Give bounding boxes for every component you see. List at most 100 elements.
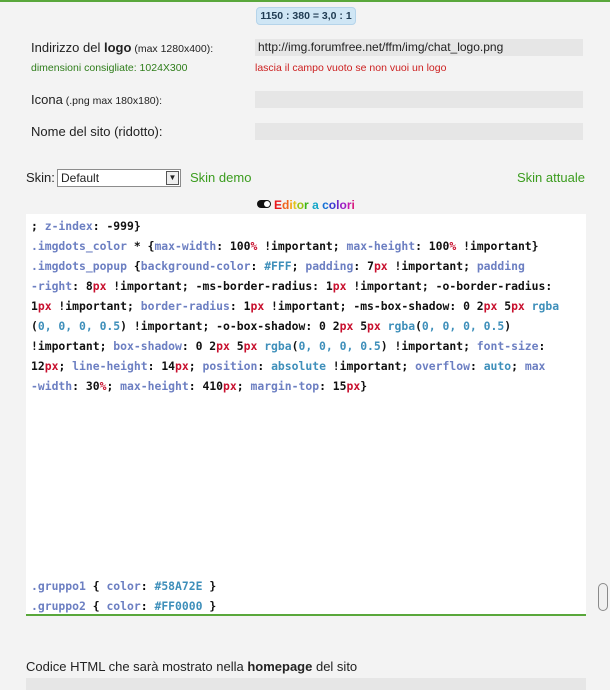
code-token: 15 [332,379,347,393]
color-editor-letter: E [274,198,283,212]
code-token: px [44,359,59,373]
code-token: overflow [415,359,470,373]
code-token: ) !important; [380,339,477,353]
code-token: margin-top [250,379,320,393]
code-token: -width [31,379,73,393]
logo-empty-warning: lascia il campo vuoto se non vuoi un log… [255,62,447,74]
css-code-group-rules[interactable]: .gruppo1 { color: #58A72E } .gruppo2 { co… [31,576,573,614]
code-token: -right [31,279,73,293]
logo-label: Indirizzo del logo (max 1280x400): [31,40,213,55]
code-token: font-size [476,339,539,353]
skin-current-link[interactable]: Skin attuale [517,170,585,185]
top-accent-line [0,0,610,2]
code-token: max [524,359,546,373]
logo-label-size: (max 1280x400): [131,43,214,55]
code-token: * { [127,239,155,253]
logo-size-hint: dimensioni consigliate: 1024X300 [31,62,188,74]
code-token: : [216,239,230,253]
code-token: : [72,279,86,293]
code-line: ; z-index: -999} [31,216,573,236]
code-token: rgba [264,339,292,353]
code-token: ; [31,219,45,233]
code-token: px [373,259,388,273]
icon-label-size: (.png max 180x180): [62,95,163,107]
code-token: 0 2 [319,319,340,333]
icon-url-input[interactable] [255,91,583,108]
code-line: .gruppo1 { color: #58A72E } [31,576,573,596]
code-token: 100 [428,239,450,253]
code-token: : [181,339,196,353]
code-line: 12px; line-height: 14px; position: absol… [31,356,573,376]
code-token: : [147,359,162,373]
code-token: -999 [106,219,134,233]
code-line: -right: 8px !important; -ms-border-radiu… [31,276,573,296]
code-token: 410 [202,379,224,393]
code-token: !important; [257,239,347,253]
css-code-editor[interactable]: ; z-index: -999} .imgdots_color * {max-wi… [26,214,586,616]
code-token: px [37,299,52,313]
code-token: !important} [456,239,539,253]
code-token: { [127,259,141,273]
code-token: .gruppo1 [31,579,86,593]
code-token: max-height [120,379,189,393]
code-token: : [257,359,272,373]
homepage-html-textarea[interactable] [26,678,586,690]
code-token: color [106,599,141,613]
code-token: 0 2 [195,339,217,353]
toggle-icon[interactable] [257,200,271,208]
code-token: !important; [51,299,141,313]
code-token: : [140,599,155,613]
code-token: px [332,279,347,293]
css-code-content[interactable]: ; z-index: -999} .imgdots_color * {max-wi… [31,216,573,396]
code-token: ) !important; -o-box-shadow: [120,319,320,333]
code-token: 0, 0, 0, 0.5 [298,339,381,353]
code-token: !important; [325,359,416,373]
skin-select[interactable]: Default ▼ [57,169,181,187]
code-token: background-color [140,259,251,273]
code-token: !important; -ms-box-shadow: [264,299,464,313]
code-token: ; [511,359,525,373]
code-token: 8 [85,279,93,293]
code-line: (0, 0, 0, 0.5) !important; -o-box-shadow… [31,316,573,336]
code-token: : [72,379,86,393]
code-token: 5 [236,339,244,353]
code-token: } [202,579,217,593]
code-token: max-height [346,239,416,253]
color-editor-toggle[interactable]: Editor a colori [257,198,355,212]
code-line: !important; box-shadow: 0 2px 5px rgba(0… [31,336,573,356]
site-name-input[interactable] [255,123,583,140]
code-token: !important; -o-border-radius: [346,279,553,293]
code-token: color [106,579,141,593]
code-token: ; [236,379,251,393]
code-token: .gruppo2 [31,599,86,613]
code-token: 0, 0, 0, 0.5 [421,319,505,333]
code-token: px [339,319,354,333]
code-token: px [175,359,189,373]
code-token: { [85,599,107,613]
code-token: 100 [229,239,251,253]
code-token: ; [188,359,203,373]
code-token: ; [58,359,73,373]
code-token: } [360,379,368,393]
code-token: : [415,239,429,253]
code-token: px [92,279,107,293]
code-token: #FFF [264,259,292,273]
code-token: : [188,379,203,393]
color-editor-letter: o [296,198,305,212]
code-token: position [202,359,258,373]
code-token: padding [305,259,354,273]
code-token: !important; [387,259,477,273]
code-token: !important; -ms-border-radius: [106,279,326,293]
editor-scrollbar[interactable] [598,583,608,611]
skin-demo-link[interactable]: Skin demo [190,170,251,185]
logo-url-input[interactable]: http://img.forumfree.net/ffm/img/chat_lo… [255,39,583,56]
code-line: -width: 30%; max-height: 410px; margin-t… [31,376,573,396]
dropdown-arrow-icon[interactable]: ▼ [166,171,179,185]
code-token: : [353,259,368,273]
code-token: auto [483,359,512,373]
code-token: box-shadow [113,339,182,353]
code-token: 0, 0, 0, 0.5 [37,319,121,333]
code-token: : [538,339,546,353]
code-token: max-width [154,239,217,253]
